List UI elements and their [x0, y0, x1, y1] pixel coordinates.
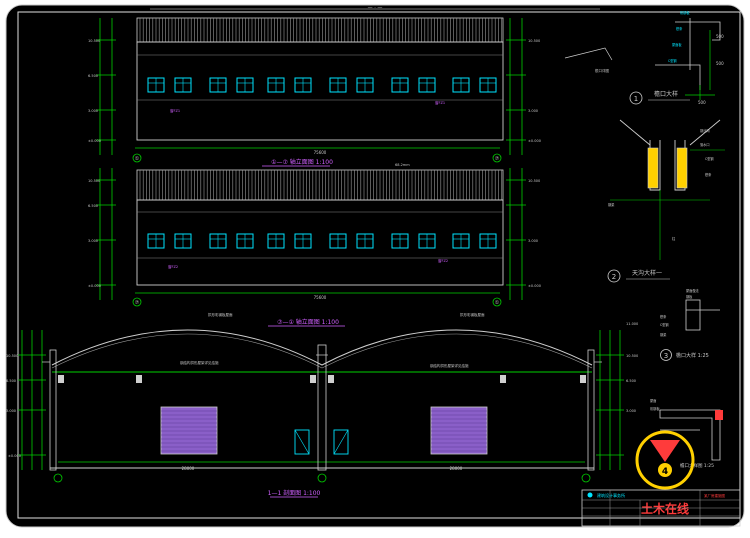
gutter-fill-left	[647, 147, 659, 189]
svg-text:檩条: 檩条	[676, 26, 683, 31]
svg-text:10.500: 10.500	[88, 39, 100, 43]
title-block-project: 某厂房建施图	[704, 493, 725, 498]
svg-text:10.500: 10.500	[6, 354, 18, 358]
svg-text:钢丝网: 钢丝网	[700, 128, 710, 133]
svg-text:±0.000: ±0.000	[88, 139, 101, 143]
svg-text:10.500: 10.500	[528, 179, 540, 183]
roof-note-right: 拱形彩钢板屋面	[460, 312, 485, 317]
svg-text:屋面做法: 屋面做法	[686, 288, 699, 293]
svg-text:±0.000: ±0.000	[8, 454, 21, 458]
svg-text:10.500: 10.500	[626, 354, 638, 358]
section-span-right: 28000	[450, 466, 463, 471]
svg-text:4: 4	[662, 467, 668, 477]
svg-text:C型钢: C型钢	[705, 156, 714, 161]
window-tag-a-right: 窗FZ1	[435, 100, 445, 105]
svg-text:6.500: 6.500	[88, 204, 98, 208]
axis-b-right: ①	[495, 300, 500, 306]
window-tag-b-right: 窗FZ2	[438, 258, 448, 263]
svg-text:— · —: — · —	[368, 5, 383, 11]
svg-text:落水口: 落水口	[700, 142, 710, 147]
beam-note-left: 钢结构拱形屋架详见结施	[180, 360, 219, 365]
elevation-b-title: ⑦—① 轴立面图 1:100	[277, 318, 339, 326]
detail-2-label: 天沟大样一	[632, 269, 662, 277]
svg-text:檐口详图: 檐口详图	[595, 68, 609, 73]
window-tag-b-left: 窗FZ2	[168, 264, 178, 269]
detail-1-no: 1	[634, 95, 638, 103]
svg-text:6.500: 6.500	[88, 74, 98, 78]
svg-text:3.000: 3.000	[88, 109, 98, 113]
detail-dim-1: 500	[716, 34, 724, 39]
svg-text:3.000: 3.000	[88, 239, 98, 243]
elevation-b-top-dim: 68.2mm	[395, 163, 410, 167]
axis-a-right: ⑦	[495, 156, 500, 162]
elevation-b-total-dim: 75600	[314, 295, 327, 300]
drawing-canvas: — · — 10.500 6.500 3.000 ±0.000 10.500 3…	[5, 4, 745, 528]
detail-2-no: 2	[612, 273, 616, 281]
svg-text:±0.000: ±0.000	[528, 284, 541, 288]
section-title: 1—1 剖面图 1:100	[268, 489, 321, 497]
svg-text:3.000: 3.000	[6, 409, 16, 413]
axis-b-left: ⑦	[135, 300, 140, 306]
window-tag-a-left: 窗FZ1	[170, 108, 180, 113]
svg-text:屋面板: 屋面板	[672, 42, 682, 47]
drawing-frame	[5, 4, 745, 528]
svg-text:C型钢: C型钢	[660, 322, 669, 327]
svg-text:6.500: 6.500	[6, 379, 16, 383]
svg-text:彩钢板: 彩钢板	[650, 406, 660, 411]
detail-1-label: 檐口大样	[654, 90, 678, 98]
svg-text:钢梁: 钢梁	[608, 202, 615, 207]
svg-text:檩条: 檩条	[660, 314, 667, 319]
svg-text:6.500: 6.500	[626, 379, 636, 383]
beam-note-right: 钢结构拱形屋架详见结施	[430, 363, 469, 368]
cad-drawing-sheet: — · — 10.500 6.500 3.000 ±0.000 10.500 3…	[0, 0, 750, 534]
detail-3-no: 3	[664, 352, 668, 360]
detail-4-marker	[715, 410, 723, 420]
svg-text:C型钢: C型钢	[668, 58, 677, 63]
svg-text:3.000: 3.000	[626, 409, 636, 413]
svg-text:±0.000: ±0.000	[88, 284, 101, 288]
roof-note-left: 拱形彩钢板屋面	[208, 312, 233, 317]
detail-dim-2: 500	[716, 61, 724, 66]
svg-text:11.000: 11.000	[626, 322, 638, 326]
detail-3-label: 檐口大样 1:25	[676, 352, 709, 359]
svg-text:3.000: 3.000	[528, 109, 538, 113]
elevation-a-title: ①—⑦ 轴立面图 1:100	[271, 158, 333, 166]
svg-text:钢梁: 钢梁	[660, 332, 667, 337]
title-block-company: 建筑设计事务所	[597, 492, 625, 498]
svg-text:檩条: 檩条	[705, 172, 712, 177]
svg-text:屋面: 屋面	[650, 398, 656, 403]
svg-text:3.000: 3.000	[528, 239, 538, 243]
detail-4-label: 檐口大样图 1:25	[680, 462, 714, 469]
elevation-a-total-dim: 75600	[314, 150, 327, 155]
svg-text:彩钢板: 彩钢板	[680, 10, 690, 15]
svg-text:钢板: 钢板	[686, 294, 693, 299]
detail-dim-3: 500	[698, 100, 706, 105]
svg-text:10.500: 10.500	[88, 179, 100, 183]
section-span-left: 28000	[182, 466, 195, 471]
watermark-text: 土木在线	[641, 501, 689, 516]
axis-a-left: ①	[135, 156, 140, 162]
svg-text:10.500: 10.500	[528, 39, 540, 43]
gutter-fill-right	[676, 147, 688, 189]
svg-text:±0.000: ±0.000	[528, 139, 541, 143]
